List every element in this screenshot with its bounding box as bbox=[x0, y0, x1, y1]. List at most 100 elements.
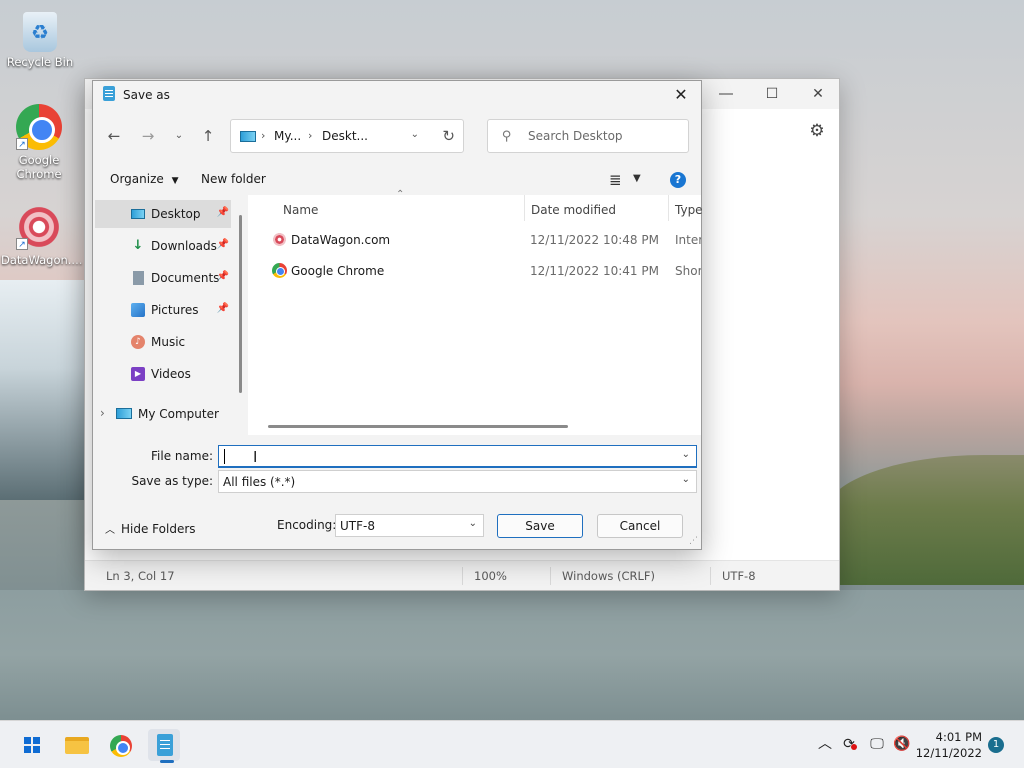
nav-item-videos[interactable]: ▶ Videos bbox=[95, 360, 231, 388]
network-icon[interactable]: 🖵 bbox=[868, 735, 886, 753]
clock-date: 12/11/2022 bbox=[915, 746, 982, 760]
file-list[interactable]: ⌃ Name Date modified Type bbox=[248, 189, 703, 435]
resize-grip-icon[interactable]: ⋰ bbox=[689, 536, 698, 546]
recent-locations-chevron-icon[interactable]: ⌄ bbox=[168, 125, 190, 147]
desktop-icon-google-chrome[interactable]: ↗ Google Chrome bbox=[1, 104, 77, 181]
save-type-select[interactable]: All files (*.*) ⌄ bbox=[218, 470, 697, 493]
taskbar-chrome[interactable] bbox=[104, 729, 136, 761]
notification-badge[interactable]: 1 bbox=[988, 737, 1004, 753]
pin-icon: 📌 bbox=[216, 239, 229, 250]
gear-icon[interactable]: ⚙ bbox=[807, 121, 827, 141]
chevron-up-icon: ︿ bbox=[105, 525, 115, 536]
up-arrow-icon[interactable]: ↑ bbox=[197, 125, 219, 147]
close-button[interactable]: ✕ bbox=[795, 79, 841, 109]
search-icon: ⚲ bbox=[502, 129, 512, 144]
back-arrow-icon[interactable]: ← bbox=[103, 125, 125, 147]
chevron-down-icon[interactable]: ⌄ bbox=[682, 449, 690, 460]
encoding-status: UTF-8 bbox=[722, 569, 756, 583]
file-name-label: File name: bbox=[151, 449, 213, 463]
cancel-button[interactable]: Cancel bbox=[597, 514, 683, 538]
sort-ascending-icon: ⌃ bbox=[396, 189, 405, 200]
address-dropdown-icon[interactable]: ⌄ bbox=[411, 129, 419, 140]
zoom-level: 100% bbox=[474, 569, 507, 583]
tray-overflow-chevron-icon[interactable]: ︿ bbox=[816, 735, 834, 753]
table-row[interactable] bbox=[248, 307, 701, 335]
column-header-name[interactable]: Name bbox=[283, 203, 318, 217]
nav-item-music[interactable]: ♪ Music bbox=[95, 328, 231, 356]
nav-item-label: Desktop bbox=[151, 207, 201, 221]
notepad-icon bbox=[157, 734, 173, 756]
column-header-type[interactable]: Type bbox=[675, 203, 703, 217]
column-header-date[interactable]: Date modified bbox=[531, 203, 616, 217]
search-input[interactable]: Search Desktop bbox=[528, 129, 623, 143]
chevron-down-icon[interactable]: ⌄ bbox=[469, 518, 477, 529]
videos-icon: ▶ bbox=[131, 367, 145, 381]
navigation-pane[interactable]: Desktop 📌 ↓ Downloads 📌 Documents 📌 Pict… bbox=[94, 195, 241, 433]
chevron-down-icon[interactable]: ▼ bbox=[633, 173, 641, 184]
organize-button[interactable]: Organize ▼ bbox=[110, 172, 179, 186]
nav-item-my-computer[interactable]: › My Computer bbox=[88, 400, 232, 428]
start-button[interactable] bbox=[16, 729, 48, 761]
new-folder-button[interactable]: New folder bbox=[201, 172, 266, 186]
save-as-dialog[interactable]: Save as ✕ ← → ⌄ ↑ › My... › Deskt... ⌄ ↻… bbox=[92, 80, 703, 550]
help-icon[interactable]: ? bbox=[670, 172, 686, 188]
taskbar-clock[interactable]: 4:01 PM 12/11/2022 bbox=[910, 729, 982, 761]
desktop-icon bbox=[131, 209, 145, 219]
chevron-down-icon[interactable]: ⌄ bbox=[682, 474, 690, 485]
nav-item-documents[interactable]: Documents 📌 bbox=[95, 264, 231, 292]
breadcrumb-item[interactable]: Deskt... bbox=[322, 129, 368, 143]
nav-item-label: Documents bbox=[151, 271, 220, 285]
address-bar[interactable]: › My... › Deskt... ⌄ ↻ bbox=[230, 119, 464, 153]
shortcut-arrow-icon: ↗ bbox=[16, 238, 28, 250]
documents-icon bbox=[133, 271, 144, 285]
expand-chevron-icon[interactable]: › bbox=[100, 406, 105, 420]
taskbar-notepad[interactable] bbox=[148, 729, 180, 763]
taskbar-file-explorer[interactable] bbox=[60, 729, 92, 761]
desktop-icon-recycle-bin[interactable]: Recycle Bin bbox=[2, 12, 78, 69]
close-icon[interactable]: ✕ bbox=[667, 83, 695, 107]
hide-folders-button[interactable]: ︿ Hide Folders bbox=[105, 521, 196, 536]
view-options-icon[interactable]: ≣ bbox=[609, 171, 622, 189]
desktop-icon-label: DataWagon.... bbox=[1, 253, 83, 267]
save-type-value: All files (*.*) bbox=[223, 475, 296, 489]
column-divider[interactable] bbox=[668, 195, 669, 221]
nav-item-label: Music bbox=[151, 335, 186, 349]
nav-item-desktop[interactable]: Desktop 📌 bbox=[95, 200, 231, 228]
breadcrumb-chevron-icon[interactable]: › bbox=[261, 129, 265, 142]
breadcrumb-chevron-icon[interactable]: › bbox=[308, 129, 312, 142]
status-divider bbox=[462, 567, 463, 585]
text-caret bbox=[224, 449, 225, 464]
chrome-icon: ↗ bbox=[16, 104, 62, 150]
breadcrumb-item[interactable]: My... bbox=[274, 129, 301, 143]
desktop-icon-datawagon[interactable]: ↗ DataWagon.... bbox=[1, 204, 83, 267]
column-divider[interactable] bbox=[524, 195, 525, 221]
download-icon: ↓ bbox=[132, 238, 144, 253]
save-button[interactable]: Save bbox=[497, 514, 583, 538]
sync-icon[interactable]: ⟳ bbox=[840, 735, 858, 753]
recycle-bin-icon bbox=[23, 12, 57, 52]
chevron-down-icon: ▼ bbox=[171, 176, 179, 186]
desktop-icon-label: Google Chrome bbox=[16, 153, 62, 181]
forward-arrow-icon[interactable]: → bbox=[137, 125, 159, 147]
pictures-icon bbox=[131, 303, 145, 317]
active-indicator bbox=[160, 760, 174, 763]
volume-muted-icon[interactable]: 🔇 bbox=[893, 735, 911, 753]
encoding-value: UTF-8 bbox=[340, 519, 375, 533]
refresh-icon[interactable]: ↻ bbox=[442, 127, 455, 145]
nav-pane-scrollbar[interactable] bbox=[239, 215, 242, 393]
pin-icon: 📌 bbox=[216, 271, 229, 282]
text-cursor-icon: I bbox=[253, 448, 258, 466]
encoding-select[interactable]: UTF-8 ⌄ bbox=[335, 514, 484, 537]
chrome-icon bbox=[110, 735, 132, 757]
taskbar: ︿ ⟳ 🖵 🔇 4:01 PM 12/11/2022 1 bbox=[0, 720, 1024, 768]
datawagon-icon: ↗ bbox=[16, 204, 62, 250]
nav-item-pictures[interactable]: Pictures 📌 bbox=[95, 296, 231, 324]
maximize-button[interactable]: ☐ bbox=[749, 79, 795, 109]
dialog-title: Save as bbox=[123, 88, 170, 102]
shortcut-arrow-icon: ↗ bbox=[16, 138, 28, 150]
search-box[interactable]: ⚲ Search Desktop bbox=[487, 119, 689, 153]
file-name-input[interactable]: I ⌄ bbox=[218, 445, 697, 468]
minimize-button[interactable]: ― bbox=[703, 79, 749, 109]
nav-item-downloads[interactable]: ↓ Downloads 📌 bbox=[95, 232, 231, 260]
computer-icon bbox=[116, 408, 132, 419]
